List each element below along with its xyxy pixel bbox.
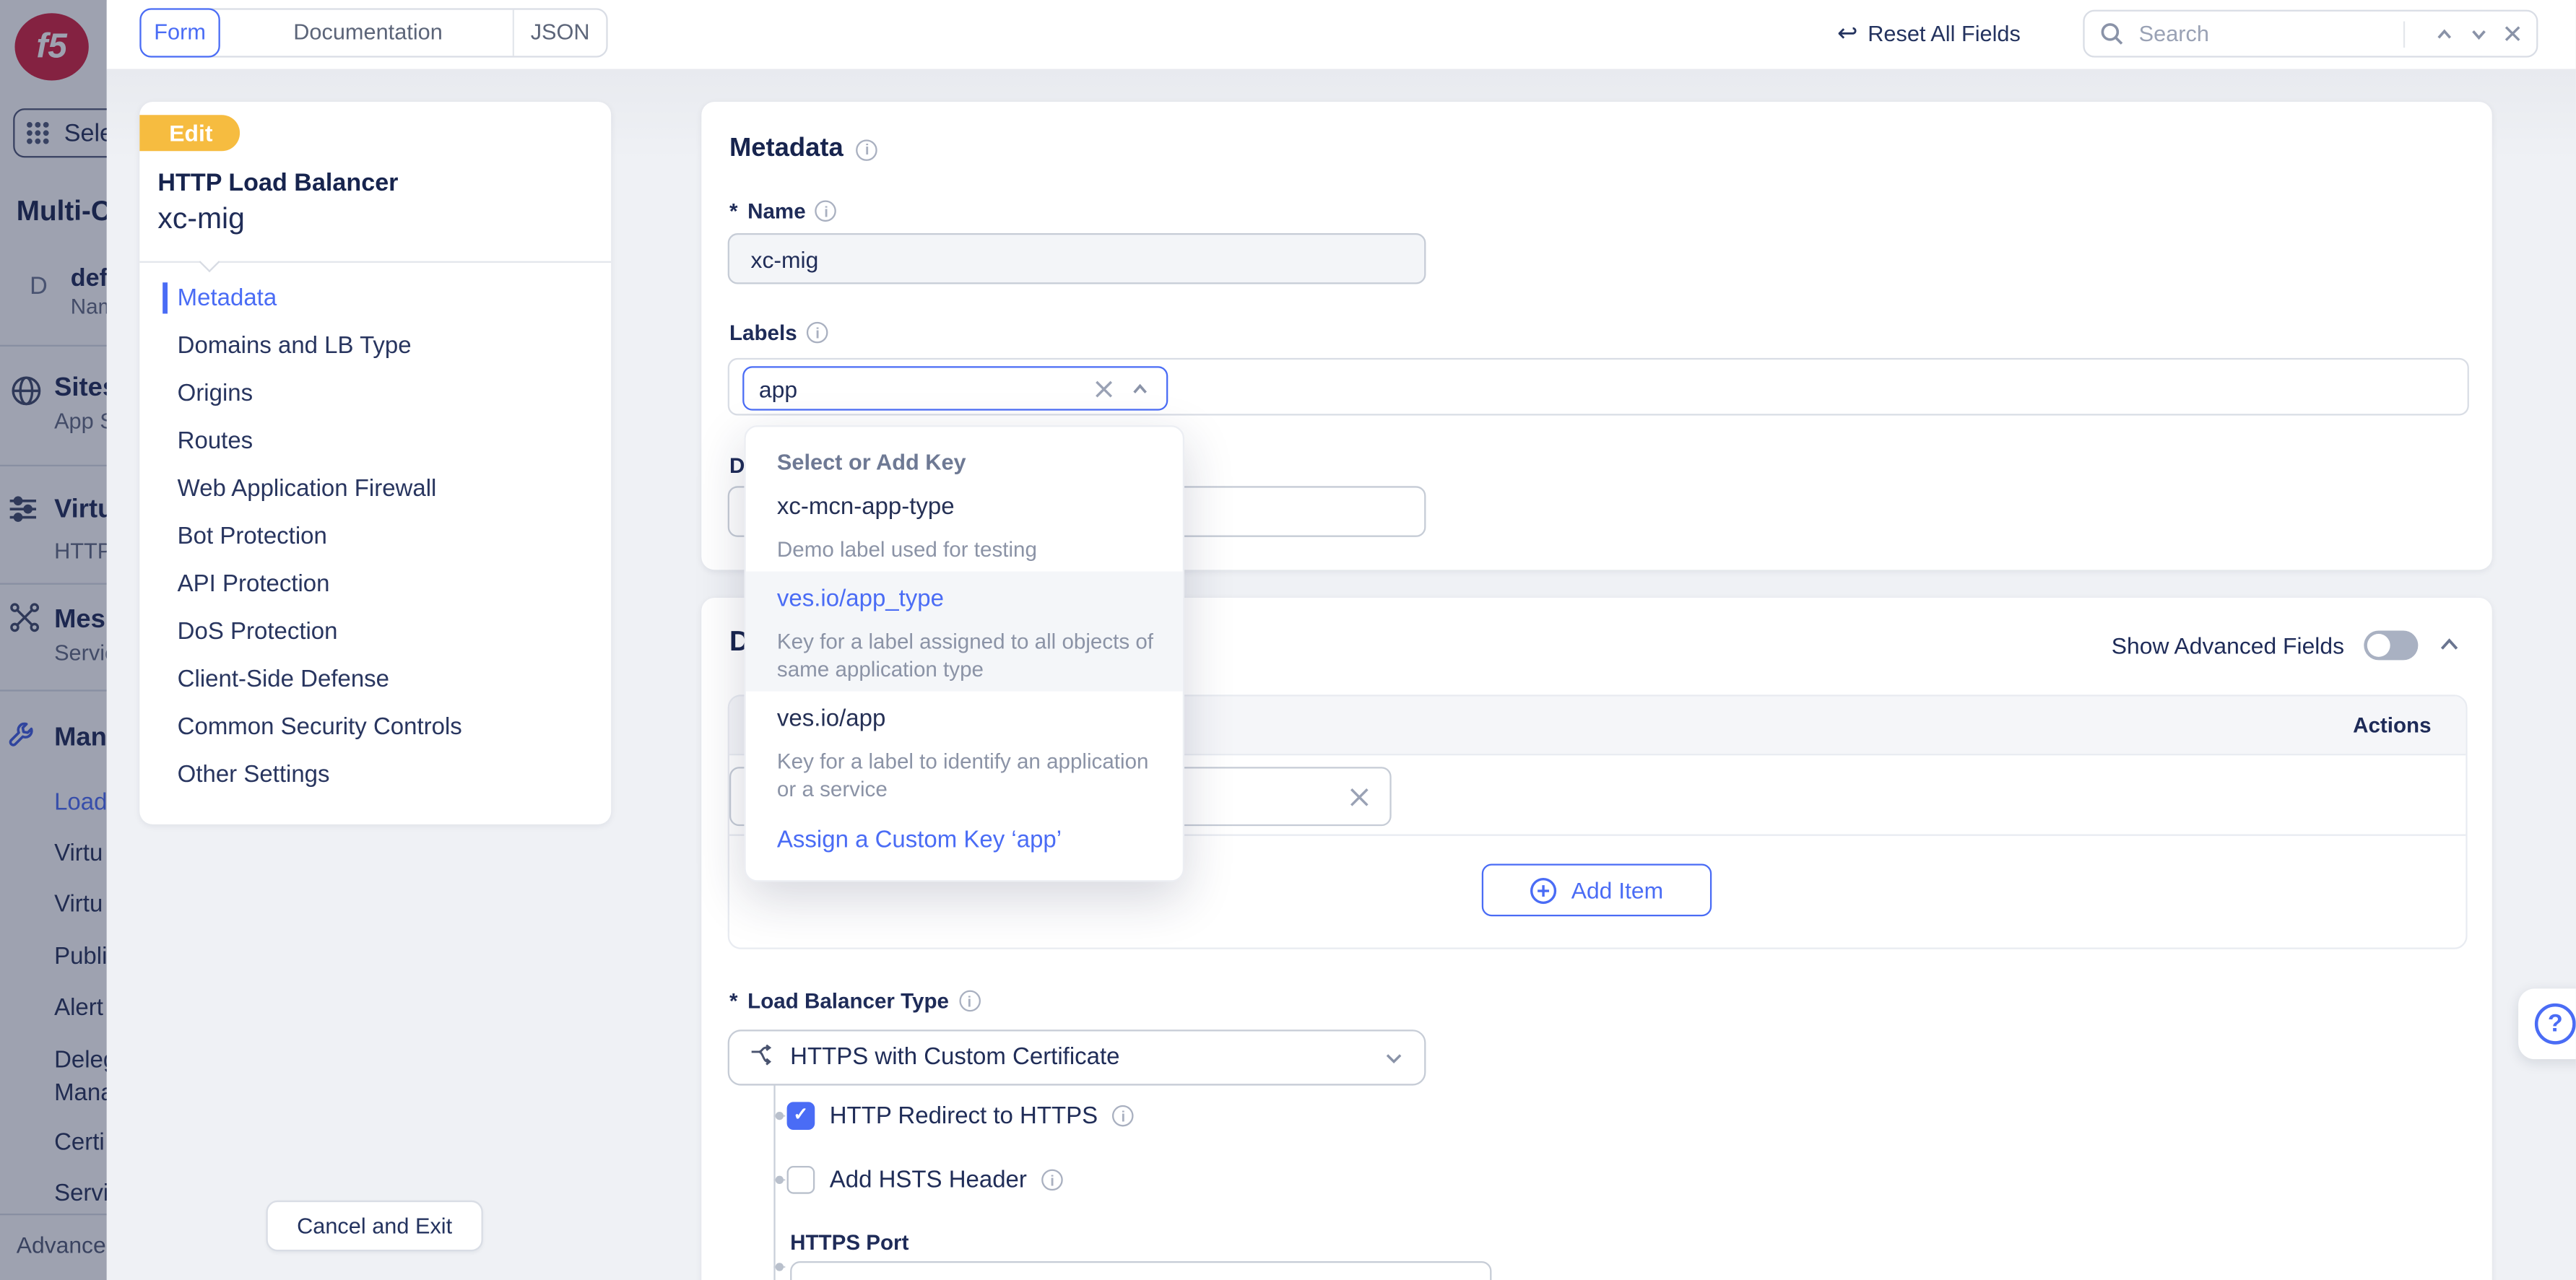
close-icon[interactable]	[2504, 25, 2522, 43]
search-input[interactable]	[2135, 19, 2397, 48]
editor-topbar: Form Documentation JSON ↩ Reset All Fiel…	[107, 0, 2576, 69]
divider	[2403, 20, 2405, 46]
reset-all-fields-button[interactable]: ↩ Reset All Fields	[1837, 22, 2021, 46]
nav-item-client-side-defense[interactable]: Client-Side Defense	[139, 656, 611, 703]
chevron-up-icon[interactable]	[2434, 24, 2454, 43]
nav-item-domains[interactable]: Domains and LB Type	[139, 322, 611, 370]
nav-item-origins[interactable]: Origins	[139, 370, 611, 417]
hsts-header-label: Add HSTS Header	[830, 1167, 1027, 1193]
tree-dot	[775, 1263, 783, 1271]
object-name: xc-mig	[157, 202, 245, 237]
modal-dim-overlay	[0, 0, 107, 1280]
labels-multiselect[interactable]: app	[728, 358, 2469, 416]
show-advanced-label: Show Advanced Fields	[2112, 632, 2344, 658]
chevron-up-icon[interactable]	[1130, 378, 1150, 398]
add-item-button[interactable]: Add Item	[1482, 863, 1712, 916]
edit-mode-badge: Edit	[139, 115, 240, 151]
reset-label: Reset All Fields	[1868, 22, 2021, 46]
actions-column-header: Actions	[2353, 713, 2431, 737]
lb-type-label: Load Balancer Type	[747, 988, 949, 1013]
lb-type-value: HTTPS with Custom Certificate	[790, 1045, 1370, 1071]
help-button[interactable]: ?	[2518, 988, 2576, 1059]
cancel-and-exit-button[interactable]: Cancel and Exit	[266, 1201, 483, 1252]
search-box	[2083, 10, 2538, 58]
https-port-input[interactable]	[790, 1261, 1491, 1280]
dropdown-option-description: Key for a label to identify an applicati…	[777, 747, 1165, 803]
nav-item-routes[interactable]: Routes	[139, 417, 611, 465]
nav-item-other-settings[interactable]: Other Settings	[139, 751, 611, 798]
form-nav-card: Edit HTTP Load Balancer xc-mig Metadata …	[139, 102, 611, 824]
info-icon[interactable]: i	[1041, 1170, 1063, 1191]
collapse-section-icon[interactable]	[2438, 634, 2461, 657]
nav-item-metadata[interactable]: Metadata	[139, 274, 611, 322]
dropdown-option-description: Key for a label assigned to all objects …	[777, 627, 1165, 683]
reset-icon: ↩	[1837, 22, 1858, 46]
add-item-label: Add Item	[1571, 877, 1663, 903]
info-icon[interactable]: i	[1113, 1105, 1135, 1127]
dropdown-option-ves-io-app-type[interactable]: ves.io/app_type	[777, 586, 944, 612]
dropdown-header: Select or Add Key	[777, 450, 966, 474]
lb-type-select[interactable]: HTTPS with Custom Certificate	[728, 1029, 1426, 1085]
https-port-label: HTTPS Port	[790, 1230, 908, 1255]
hsts-header-checkbox[interactable]	[787, 1166, 815, 1194]
nav-item-waf[interactable]: Web Application Firewall	[139, 465, 611, 513]
label-key-editor[interactable]: app	[742, 366, 1168, 410]
nav-item-common-security[interactable]: Common Security Controls	[139, 703, 611, 751]
plus-circle-icon	[1530, 876, 1558, 905]
nav-item-bot-protection[interactable]: Bot Protection	[139, 513, 611, 560]
nav-item-api-protection[interactable]: API Protection	[139, 560, 611, 608]
nav-item-dos-protection[interactable]: DoS Protection	[139, 608, 611, 656]
app-root: f5 Sele Multi-C D def Nam Sites App S	[0, 0, 2576, 1280]
toggle-knob	[2367, 634, 2390, 657]
question-mark-icon: ?	[2535, 1003, 2576, 1045]
clear-icon[interactable]	[1094, 378, 1114, 398]
tree-dot	[775, 1176, 783, 1184]
view-tab-group: Form Documentation JSON	[139, 7, 607, 56]
description-field-label: D	[729, 453, 745, 478]
http-redirect-label: HTTP Redirect to HTTPS	[830, 1102, 1098, 1128]
global-sidebar: f5 Sele Multi-C D def Nam Sites App S	[0, 0, 107, 1280]
object-type-title: HTTP Load Balancer	[157, 169, 398, 197]
clear-icon[interactable]	[1349, 785, 1371, 807]
editor-content: Edit HTTP Load Balancer xc-mig Metadata …	[107, 69, 2576, 1280]
dropdown-option-ves-io-app[interactable]: ves.io/app	[777, 706, 885, 732]
labels-field-label: Labels	[729, 321, 797, 345]
name-input[interactable]: xc-mig	[728, 233, 1426, 284]
branch-arrows-icon	[749, 1045, 777, 1071]
info-icon[interactable]: i	[815, 201, 837, 222]
metadata-section-title: Metadata	[729, 135, 844, 165]
info-icon[interactable]: i	[857, 139, 878, 160]
tree-dot	[775, 1112, 783, 1120]
search-icon	[2099, 22, 2124, 46]
collapse-notch-icon	[199, 251, 220, 272]
show-advanced-toggle[interactable]	[2364, 630, 2418, 660]
chevron-down-icon[interactable]	[2469, 24, 2489, 43]
required-marker: *	[729, 199, 738, 223]
info-icon[interactable]: i	[807, 322, 828, 344]
name-field-label: Name	[747, 199, 806, 223]
required-marker: *	[729, 988, 738, 1013]
tab-json[interactable]: JSON	[513, 9, 607, 56]
http-redirect-checkbox[interactable]: ✓	[787, 1102, 815, 1130]
assign-custom-key-link[interactable]: Assign a Custom Key ‘app’	[777, 827, 1062, 853]
dropdown-option-description: Demo label used for testing	[777, 536, 1165, 564]
info-icon[interactable]: i	[959, 991, 981, 1012]
checkmark-icon: ✓	[793, 1107, 808, 1125]
dropdown-option-xc-mcn-app-type[interactable]: xc-mcn-app-type	[777, 495, 955, 521]
label-key-value: app	[759, 375, 1077, 401]
label-key-dropdown: Select or Add Key xc-mcn-app-type Demo l…	[744, 425, 1184, 881]
name-input-value: xc-mig	[751, 245, 819, 271]
tab-form[interactable]: Form	[139, 7, 220, 56]
chevron-down-icon	[1383, 1047, 1405, 1068]
tab-documentation[interactable]: Documentation	[220, 9, 516, 56]
form-section-nav: Metadata Domains and LB Type Origins Rou…	[139, 274, 611, 798]
